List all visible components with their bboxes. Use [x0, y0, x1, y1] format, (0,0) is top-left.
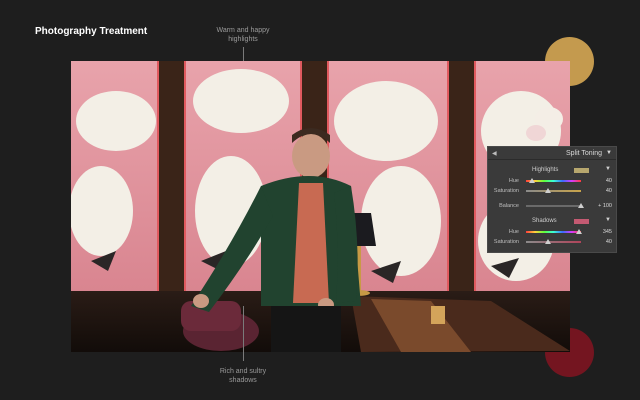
shadows-saturation-slider[interactable] [526, 241, 581, 243]
balance-row: Balance + 100 [488, 201, 616, 211]
highlights-label: Highlights [532, 167, 559, 173]
shadows-hue-label: Hue [508, 229, 519, 235]
split-toning-panel: ◀ Split Toning ▼ Highlights ▼ Hue 40 Sat… [487, 146, 617, 253]
highlights-hue-label: Hue [508, 178, 519, 184]
highlights-saturation-knob[interactable] [545, 188, 551, 193]
highlights-saturation-row: Saturation 40 [488, 186, 616, 196]
panel-header[interactable]: ◀ Split Toning ▼ [488, 147, 616, 160]
balance-knob[interactable] [578, 203, 584, 208]
highlight-annotation-line1: Warm and happy [216, 27, 270, 34]
highlights-hue-row: Hue 40 [488, 176, 616, 186]
highlights-hue-value[interactable]: 40 [588, 178, 612, 184]
balance-label: Balance [499, 203, 519, 209]
shadows-saturation-value[interactable]: 40 [588, 239, 612, 245]
shadows-saturation-label: Saturation [493, 239, 519, 245]
shadows-saturation-row: Saturation 40 [488, 237, 616, 247]
shadows-hue-value[interactable]: 345 [588, 229, 612, 235]
shadows-hue-row: Hue 345 [488, 227, 616, 237]
balance-value[interactable]: + 100 [588, 203, 612, 209]
shadows-section-header: Shadows ▼ [488, 216, 616, 227]
shadows-caret-icon[interactable]: ▼ [605, 217, 611, 223]
highlights-color-swatch[interactable] [574, 168, 589, 173]
shadows-label: Shadows [532, 218, 557, 224]
highlights-section-header: Highlights ▼ [488, 165, 616, 176]
shadows-hue-knob[interactable] [575, 229, 582, 234]
shadow-annotation: Rich and sultry shadows [203, 367, 283, 385]
shadows-color-swatch[interactable] [574, 219, 589, 224]
highlights-caret-icon[interactable]: ▼ [605, 166, 611, 172]
shadows-saturation-knob[interactable] [545, 239, 551, 244]
highlights-saturation-value[interactable]: 40 [588, 188, 612, 194]
shadow-annotation-line1: Rich and sultry [219, 368, 267, 375]
page-title: Photography Treatment [35, 26, 148, 37]
shadows-hue-slider[interactable] [526, 231, 581, 233]
shadow-annotation-line2: shadows [229, 377, 257, 384]
dropdown-triangle-icon[interactable]: ▼ [606, 150, 612, 156]
highlights-saturation-slider[interactable] [526, 190, 581, 192]
highlights-saturation-label: Saturation [493, 188, 519, 194]
highlight-annotation-line2: highlights [228, 36, 258, 43]
balance-slider[interactable] [526, 205, 581, 207]
highlights-hue-knob[interactable] [529, 178, 536, 183]
highlight-annotation: Warm and happy highlights [203, 26, 283, 44]
panel-title: Split Toning [565, 149, 603, 157]
triangle-collapse-icon[interactable]: ◀ [492, 150, 497, 157]
shadow-leader-line [243, 306, 244, 361]
